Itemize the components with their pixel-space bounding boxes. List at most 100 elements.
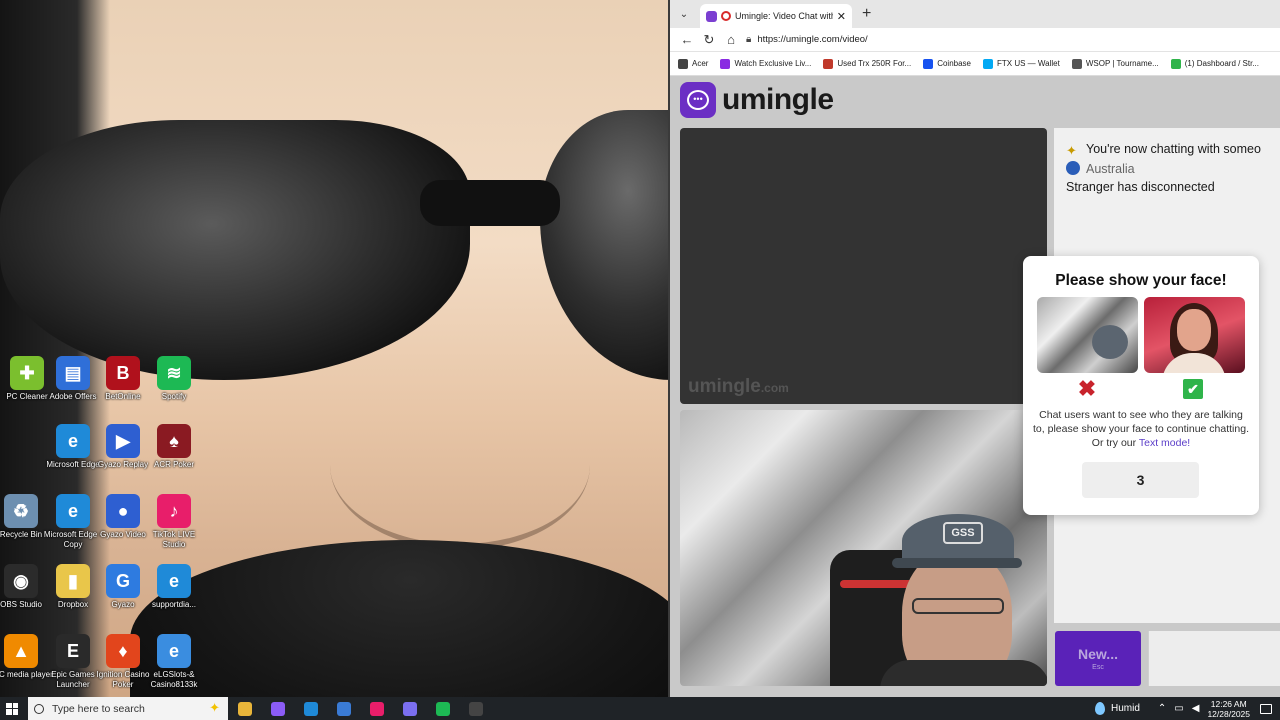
new-tab-icon[interactable]: + <box>862 5 871 23</box>
edge-app[interactable] <box>294 697 327 720</box>
file-explorer-app-icon <box>237 701 252 716</box>
bookmark-item[interactable]: FTX US — Wallet <box>983 58 1060 69</box>
bookmark-favicon-icon <box>823 58 834 69</box>
close-tab-icon[interactable]: ✕ <box>837 10 846 23</box>
taskbar-search[interactable]: Type here to search ✦ <box>28 697 228 720</box>
supportdia-shortcut[interactable]: e supportdia... <box>147 564 201 610</box>
tab-actions-icon[interactable]: ⌄ <box>674 4 694 24</box>
elgslots-icon: e <box>157 634 191 668</box>
back-icon[interactable]: ← <box>676 30 698 50</box>
obs-app[interactable] <box>459 697 492 720</box>
dialog-title: Please show your face! <box>1055 272 1227 289</box>
bookmark-item[interactable]: Watch Exclusive Liv... <box>720 58 811 69</box>
vlc-icon: ▲ <box>4 634 38 668</box>
browser-window: ⌄ Umingle: Video Chat with Stra ✕ + ← ↻ … <box>668 0 1280 697</box>
bookmarks-bar: Acer Watch Exclusive Liv... Used Trx 250R … <box>670 52 1280 76</box>
wallpaper-sunglasses-right <box>540 110 668 380</box>
supportdia-icon: e <box>157 564 191 598</box>
bookmark-favicon-icon <box>1170 58 1181 69</box>
notification-icon[interactable] <box>1260 703 1272 714</box>
tab-umingle[interactable]: Umingle: Video Chat with Stra ✕ <box>700 4 852 28</box>
tiktok-live-studio-shortcut[interactable]: ♪ TikTok LIVE Studio <box>147 494 201 550</box>
acr-poker-shortcut[interactable]: ♠ ACR Poker <box>147 424 201 470</box>
gyazo-icon: G <box>106 564 140 598</box>
wallpaper-beard <box>130 540 668 697</box>
chat-disconnected-message: Stranger has disconnected <box>1066 180 1215 194</box>
edge-icon: e <box>56 424 90 458</box>
discord-app-icon <box>402 701 417 716</box>
new-button-hint: Esc <box>1092 664 1104 671</box>
recording-indicator-icon <box>721 11 731 21</box>
gyazo-replay-icon: ▶ <box>106 424 140 458</box>
show-face-dialog: Please show your face! ✖ ✔ Chat users wa… <box>1023 256 1259 515</box>
weather-text: Humid <box>1111 703 1140 714</box>
new-button-label: New... <box>1078 646 1118 662</box>
dialog-description: Chat users want to see who they are talk… <box>1033 409 1249 449</box>
edge-copy-shortcut[interactable]: e Microsoft Edge - Copy <box>44 494 102 550</box>
bookmark-item[interactable]: Coinbase <box>923 58 971 69</box>
message-input[interactable] <box>1148 631 1280 686</box>
search-highlight-icon: ✦ <box>209 700 220 715</box>
adobe-offers-icon: ▤ <box>56 356 90 390</box>
user-glasses <box>912 598 1004 614</box>
text-mode-link[interactable]: Text mode! <box>1139 437 1190 449</box>
bookmark-item[interactable]: Acer <box>678 58 708 69</box>
stranger-video: umingle.com <box>680 128 1047 404</box>
refresh-icon[interactable]: ↻ <box>698 30 720 50</box>
tiktok-app[interactable] <box>360 697 393 720</box>
wallpaper-sunglasses-bridge <box>420 180 560 226</box>
address-bar[interactable]: 🔒︎ https://umingle.com/video/ <box>746 30 1280 50</box>
store-app-icon <box>336 701 351 716</box>
user-shirt <box>880 660 1047 686</box>
store-app[interactable] <box>327 697 360 720</box>
new-chat-button[interactable]: New... Esc <box>1055 631 1141 686</box>
desktop-icon-label: TikTok LIVE Studio <box>152 530 196 549</box>
network-icon[interactable]: ▭ <box>1174 703 1183 714</box>
recycle-bin-icon: ♻ <box>4 494 38 528</box>
weather-widget[interactable]: Humid <box>1095 702 1140 715</box>
url-text: https://umingle.com/video/ <box>757 34 868 45</box>
checkmark-icon: ✔ <box>1183 379 1203 399</box>
home-icon[interactable]: ⌂ <box>720 30 742 50</box>
bookmark-favicon-icon <box>720 58 731 69</box>
bookmark-favicon-icon <box>1071 58 1082 69</box>
bookmark-item[interactable]: Used Trx 250R For... <box>823 58 912 69</box>
umingle-logo[interactable]: ••• umingle <box>680 82 834 118</box>
chevron-up-icon[interactable]: ⌃ <box>1158 703 1166 714</box>
spotify-app[interactable] <box>426 697 459 720</box>
bookmark-item[interactable]: (1) Dashboard / Str... <box>1170 58 1260 69</box>
cross-icon: ✖ <box>1077 376 1097 401</box>
epic-games-icon: E <box>56 634 90 668</box>
countdown-button[interactable]: 3 <box>1082 462 1199 498</box>
taskbar: Type here to search ✦ Humid ⌃ ▭ ◀ 12:26 … <box>0 697 1280 720</box>
desktop-icon-label: ACR Poker <box>153 460 194 469</box>
clock-time: 12:26 AM <box>1210 698 1247 709</box>
betonline-icon: B <box>106 356 140 390</box>
chat-bubble-icon: ••• <box>680 82 716 118</box>
volume-icon[interactable]: ◀ <box>1192 703 1200 714</box>
file-explorer-app[interactable] <box>228 697 261 720</box>
start-button[interactable] <box>0 697 24 720</box>
bookmark-label: WSOP | Tourname... <box>1085 59 1159 68</box>
bookmark-label: Used Trx 250R For... <box>837 59 912 68</box>
acr-poker-icon: ♠ <box>157 424 191 458</box>
spotify-shortcut[interactable]: ≋ Spotify <box>147 356 201 402</box>
dropbox-folder-icon: ▮ <box>56 564 90 598</box>
globe-icon <box>1066 161 1080 175</box>
bookmark-item[interactable]: WSOP | Tourname... <box>1071 58 1159 69</box>
obs-app-icon <box>468 701 483 716</box>
sparkle-icon: ✦ <box>1066 143 1077 158</box>
spotify-icon: ≋ <box>157 356 191 390</box>
clock-date: 12/28/2025 <box>1207 708 1250 719</box>
discord-app[interactable] <box>393 697 426 720</box>
tab-bar: ⌄ Umingle: Video Chat with Stra ✕ + <box>670 0 1280 28</box>
search-icon <box>34 703 44 714</box>
clock[interactable]: 12:26 AM 12/28/2025 <box>1207 699 1250 719</box>
copilot-app[interactable] <box>261 697 294 720</box>
elgslots-shortcut[interactable]: e eLGSlots-& Casino8133k <box>147 634 201 690</box>
user-cap-brim <box>892 558 1022 568</box>
tiktok-live-studio-icon: ♪ <box>157 494 191 528</box>
edge-app-icon <box>303 701 318 716</box>
bookmark-label: (1) Dashboard / Str... <box>1184 59 1260 68</box>
desktop-icon-label: Spotify <box>161 392 187 401</box>
